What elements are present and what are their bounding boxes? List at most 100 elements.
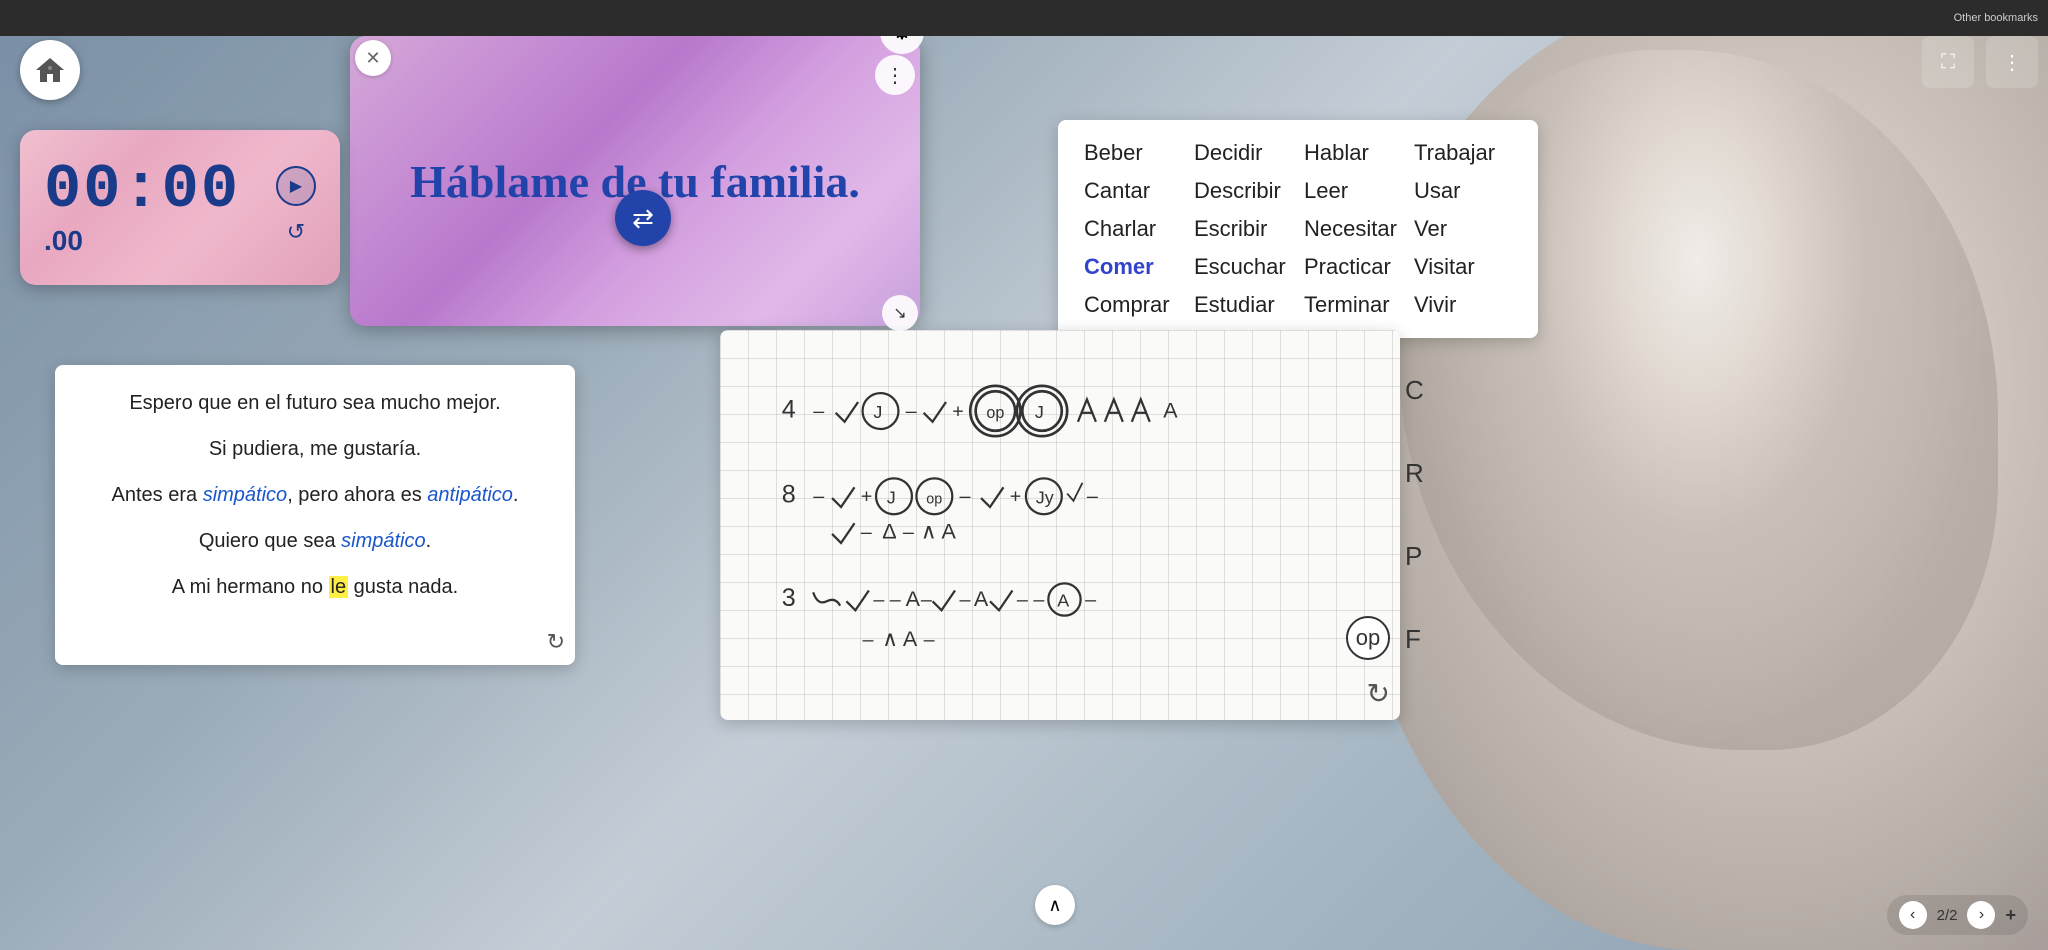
svg-text:A: A xyxy=(1163,398,1178,422)
close-icon: ✕ xyxy=(365,48,380,69)
svg-text:Δ: Δ xyxy=(882,519,896,543)
vocab-word-charlar[interactable]: Charlar xyxy=(1078,212,1188,246)
menu-button[interactable]: ⋮ xyxy=(1986,36,2038,88)
italic-simpatico2: simpático xyxy=(341,530,425,552)
page-label: 2/2 xyxy=(1937,907,1958,924)
svg-text:+: + xyxy=(1010,486,1022,508)
shuffle-icon: ⇄ xyxy=(632,203,654,234)
side-letter-r: R xyxy=(1405,458,1424,489)
svg-text:–: – xyxy=(813,400,824,422)
fullscreen-button[interactable]: ⛶ xyxy=(1922,36,1974,88)
vocab-word-necesitar[interactable]: Necesitar xyxy=(1298,212,1408,246)
dots-menu-button[interactable]: ⋮ xyxy=(875,55,915,95)
svg-text:–: – xyxy=(1087,486,1098,508)
vocab-word-describir[interactable]: Describir xyxy=(1188,174,1298,208)
sentence-5: A mi hermano no le gusta nada. xyxy=(85,573,545,601)
svg-text:∧: ∧ xyxy=(921,519,937,543)
shuffle-button[interactable]: ⇄ xyxy=(615,190,671,246)
reset-icon: ↺ xyxy=(287,219,305,245)
expand-button[interactable]: ↘ xyxy=(882,295,918,331)
highlight-le: le xyxy=(329,576,349,598)
svg-text:A: A xyxy=(906,587,921,611)
sentence-1: Espero que en el futuro sea mucho mejor. xyxy=(85,389,545,417)
dots-icon: ⋮ xyxy=(885,63,905,88)
whiteboard-op-icon[interactable]: op xyxy=(1346,616,1390,660)
svg-text:J: J xyxy=(1035,402,1044,422)
question-card: Háblame de tu familia. xyxy=(350,36,920,326)
svg-text:4: 4 xyxy=(782,395,796,423)
svg-text:∧: ∧ xyxy=(882,627,898,651)
svg-text:–: – xyxy=(903,521,914,543)
svg-text:–: – xyxy=(906,400,917,422)
timer-play-button[interactable]: ▶ xyxy=(276,166,316,206)
timer-time: 00:00 xyxy=(44,154,240,225)
home-button[interactable] xyxy=(20,40,80,100)
bookmark-label: Other bookmarks xyxy=(1954,12,2038,24)
vocab-word-vivir[interactable]: Vivir xyxy=(1408,288,1518,322)
menu-icon: ⋮ xyxy=(2002,50,2022,75)
page-indicator: ‹ 2/2 › + xyxy=(1887,895,2028,935)
svg-text:–: – xyxy=(1085,589,1096,611)
svg-text:–: – xyxy=(959,486,970,508)
svg-text:op: op xyxy=(986,404,1004,422)
home-icon xyxy=(34,54,66,86)
side-letters: C R P F xyxy=(1405,375,1424,655)
svg-text:J: J xyxy=(873,402,882,422)
svg-text:–: – xyxy=(924,629,935,651)
timer-controls: ▶ ↺ xyxy=(276,166,316,250)
side-letter-c: C xyxy=(1405,375,1424,406)
vocab-word-decidir[interactable]: Decidir xyxy=(1188,136,1298,170)
vocab-word-visitar[interactable]: Visitar xyxy=(1408,250,1518,284)
svg-text:A: A xyxy=(903,627,918,651)
whiteboard-drawing: 4 – J – + op J A xyxy=(740,350,1380,700)
svg-text:3: 3 xyxy=(782,584,796,612)
scroll-up-icon: ∧ xyxy=(1048,895,1061,916)
svg-text:Jy: Jy xyxy=(1036,487,1054,507)
sentences-panel: Espero que en el futuro sea mucho mejor.… xyxy=(55,365,575,665)
svg-text:op: op xyxy=(926,491,942,507)
svg-text:J: J xyxy=(887,487,896,507)
vocab-word-cantar[interactable]: Cantar xyxy=(1078,174,1188,208)
whiteboard-refresh-icon[interactable]: ↻ xyxy=(1367,677,1390,710)
vocab-word-terminar[interactable]: Terminar xyxy=(1298,288,1408,322)
svg-text:–: – xyxy=(959,589,970,611)
timer-reset-button[interactable]: ↺ xyxy=(278,214,314,250)
vocab-word-leer[interactable]: Leer xyxy=(1298,174,1408,208)
play-icon: ▶ xyxy=(290,176,302,196)
vocab-word-comer[interactable]: Comer xyxy=(1078,250,1188,284)
svg-text:–: – xyxy=(921,589,932,611)
page-prev-button[interactable]: ‹ xyxy=(1899,901,1927,929)
whiteboard[interactable]: 4 – J – + op J A xyxy=(720,330,1400,720)
vocab-word-comprar[interactable]: Comprar xyxy=(1078,288,1188,322)
vocab-word-escuchar[interactable]: Escuchar xyxy=(1188,250,1298,284)
timer-widget: 00:00 .00 ▶ ↺ xyxy=(20,130,340,285)
vocab-word-hablar[interactable]: Hablar xyxy=(1298,136,1408,170)
vocab-word-estudiar[interactable]: Estudiar xyxy=(1188,288,1298,322)
page-next-button[interactable]: › xyxy=(1967,901,1995,929)
svg-text:A: A xyxy=(942,519,957,543)
vocab-word-ver[interactable]: Ver xyxy=(1408,212,1518,246)
page-add-button[interactable]: + xyxy=(2005,905,2016,926)
vocab-word-escribir[interactable]: Escribir xyxy=(1188,212,1298,246)
fullscreen-icon: ⛶ xyxy=(1941,51,1955,74)
whiteboard-content: 4 – J – + op J A xyxy=(720,330,1400,720)
svg-text:+: + xyxy=(952,400,964,422)
svg-text:8: 8 xyxy=(782,481,796,509)
browser-bar: Other bookmarks xyxy=(0,0,2048,36)
side-letter-f: F xyxy=(1405,624,1424,655)
refresh-sentences-button[interactable]: ↻ xyxy=(547,629,565,655)
whiteboard-scroll-up-button[interactable]: ∧ xyxy=(1035,885,1075,925)
vocab-word-practicar[interactable]: Practicar xyxy=(1298,250,1408,284)
svg-text:–: – xyxy=(863,629,874,651)
timer-ms: .00 xyxy=(44,225,83,256)
vocab-word-usar[interactable]: Usar xyxy=(1408,174,1518,208)
page-prev-icon: ‹ xyxy=(1910,906,1915,924)
svg-text:– –: – – xyxy=(1017,589,1044,611)
page-next-icon: › xyxy=(1979,906,1984,924)
sentence-3: Antes era simpático, pero ahora es antip… xyxy=(85,481,545,509)
italic-simpatico: simpático xyxy=(203,484,287,506)
vocab-word-trabajar[interactable]: Trabajar xyxy=(1408,136,1518,170)
vocab-word-beber[interactable]: Beber xyxy=(1078,136,1188,170)
close-button[interactable]: ✕ xyxy=(355,40,391,76)
svg-text:A: A xyxy=(1057,591,1069,611)
